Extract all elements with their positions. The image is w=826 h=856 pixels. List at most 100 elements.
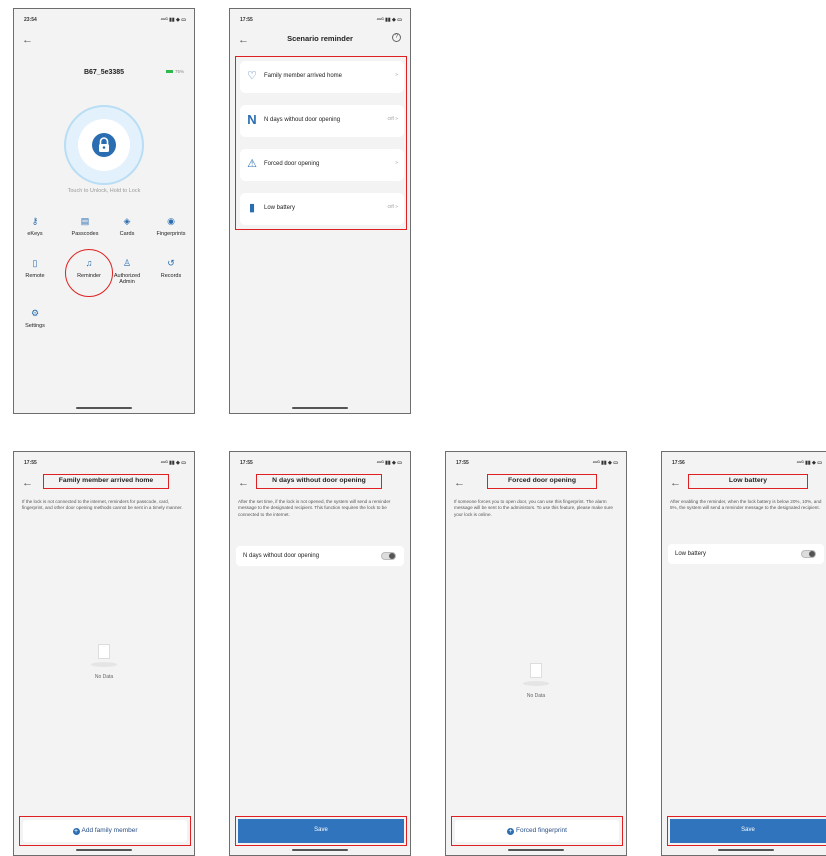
warning-icon: ⚠ — [247, 158, 257, 170]
status-time: 17:55 — [456, 460, 469, 466]
family-member-screen: 17:55 ⁴⁶ᴳ ▮▮ ◆ ▭ ← Family member arrived… — [13, 451, 195, 856]
padlock-icon — [92, 133, 116, 157]
lock-button-inner — [78, 119, 130, 171]
page-title: Low battery — [688, 474, 808, 489]
plus-icon: + — [72, 828, 80, 835]
menu-label: Cards — [119, 231, 135, 237]
page-title: Scenario reminder — [287, 34, 353, 43]
home-indicator — [508, 849, 564, 851]
fingerprint-icon: ◉ — [167, 216, 175, 226]
forced-opening-screen: 17:55 ⁴⁶ᴳ ▮▮ ◆ ▭ ← Forced door opening I… — [445, 451, 627, 856]
status-icons: ⁴⁶ᴳ ▮▮ ◆ ▭ — [376, 460, 402, 466]
status-time: 17:56 — [672, 460, 685, 466]
status-bar: 17:55 ⁴⁶ᴳ ▮▮ ◆ ▭ — [446, 452, 626, 472]
button-label: Save — [670, 819, 826, 843]
unlock-button[interactable] — [64, 105, 144, 185]
status-icons: ⁴⁶ᴳ ▮▮ ◆ ▭ — [376, 17, 402, 23]
history-icon: ↺ — [167, 258, 175, 268]
person-key-icon: ⚷ — [31, 216, 39, 226]
status-bar: 17:55 ⁴⁶ᴳ ▮▮ ◆ ▭ — [230, 452, 410, 472]
scenario-n-days[interactable]: N N days without door opening Off > — [240, 105, 404, 137]
back-arrow-icon[interactable]: ← — [238, 478, 249, 489]
page-title: Family member arrived home — [43, 474, 169, 489]
lock-home-screen: 23:54 ⁴⁶ᴳ ▮▮ ◆ ▭ ← B67_5e3385 75% Touch … — [13, 8, 195, 414]
back-arrow-icon[interactable]: ← — [454, 478, 465, 489]
back-arrow-icon[interactable]: ← — [22, 478, 33, 489]
menu-item-settings[interactable]: ⚙ Settings — [15, 308, 55, 330]
status-icons: ⁴⁶ᴳ ▮▮ ◆ ▭ — [160, 17, 186, 23]
menu-item-fingerprints[interactable]: ◉ Fingerprints — [151, 216, 191, 238]
keypad-icon: ▤ — [80, 216, 90, 226]
save-button[interactable]: Save — [667, 816, 826, 846]
chevron-right-icon: > — [395, 161, 398, 166]
highlight-box: ♡ Family member arrived home > N N days … — [235, 56, 407, 230]
menu-label: Authorized Admin — [113, 273, 141, 285]
toggle-knob — [389, 553, 395, 559]
menu-label: Passcodes — [71, 231, 99, 237]
scenario-low-battery[interactable]: ▮ Low battery Off > — [240, 193, 404, 225]
n-days-screen: 17:55 ⁴⁶ᴳ ▮▮ ◆ ▭ ← N days without door o… — [229, 451, 411, 856]
low-battery-toggle[interactable] — [801, 550, 816, 558]
add-family-member-button[interactable]: + Add family member — [19, 816, 191, 846]
status-value: Off — [387, 205, 394, 210]
button-label: Save — [238, 819, 404, 843]
low-battery-toggle-row: Low battery — [668, 544, 824, 564]
back-arrow-icon[interactable]: ← — [670, 478, 681, 489]
low-battery-screen: 17:56 ⁴⁶ᴳ ▮▮ ◆ ▭ ← Low battery After ena… — [661, 451, 826, 856]
scenario-family-member-arrived[interactable]: ♡ Family member arrived home > — [240, 61, 404, 93]
empty-text: No Data — [526, 693, 546, 699]
plus-icon: + — [507, 828, 515, 835]
help-icon[interactable]: ? — [392, 33, 401, 42]
menu-item-passcodes[interactable]: ▤ Passcodes — [65, 216, 105, 238]
back-arrow-icon[interactable]: ← — [22, 35, 33, 46]
chevron-right-icon: > — [395, 73, 398, 78]
home-indicator — [292, 407, 348, 409]
home-indicator — [76, 849, 132, 851]
scenario-label: N days without door opening — [264, 117, 341, 123]
menu-item-authorized-admin[interactable]: ♙ Authorized Admin — [107, 259, 147, 286]
home-indicator — [76, 407, 132, 409]
description: If the lock is not connected to the inte… — [22, 499, 183, 511]
n-days-toggle[interactable] — [381, 552, 396, 560]
status-time: 17:55 — [240, 460, 253, 466]
save-button[interactable]: Save — [235, 816, 407, 846]
card-icon: ◈ — [123, 216, 131, 226]
empty-text: No Data — [94, 674, 114, 680]
status-time: 17:55 — [24, 460, 37, 466]
button-label: Add family member — [81, 827, 138, 834]
menu-item-cards[interactable]: ◈ Cards — [107, 216, 147, 238]
menu-label: Remote — [25, 273, 45, 279]
status-value: Off — [387, 117, 394, 122]
status-icons: ⁴⁶ᴳ ▮▮ ◆ ▭ — [160, 460, 186, 466]
scenario-status: Off > — [387, 117, 398, 122]
battery-indicator: 75% — [165, 69, 184, 74]
menu-item-records[interactable]: ↺ Records — [151, 258, 191, 280]
scenario-label: Family member arrived home — [264, 73, 343, 79]
scenario-forced-opening[interactable]: ⚠ Forced door opening > — [240, 149, 404, 181]
status-time: 23:54 — [24, 17, 37, 23]
page-title: Forced door opening — [487, 474, 597, 489]
description: After the set time, if the lock is not o… — [238, 499, 391, 517]
menu-item-ekeys[interactable]: ⚷ eKeys — [15, 216, 55, 238]
status-bar: 17:55 ⁴⁶ᴳ ▮▮ ◆ ▭ — [14, 452, 194, 472]
status-bar: 23:54 ⁴⁶ᴳ ▮▮ ◆ ▭ — [14, 9, 194, 29]
toggle-label: Low battery — [675, 551, 707, 557]
scenario-reminder-screen: 17:55 ⁴⁶ᴳ ▮▮ ◆ ▭ ← Scenario reminder ? ♡… — [229, 8, 411, 414]
battery-percent: 75% — [174, 69, 184, 74]
forced-fingerprint-button[interactable]: + Forced fingerprint — [451, 816, 623, 846]
status-icons: ⁴⁶ᴳ ▮▮ ◆ ▭ — [796, 460, 822, 466]
home-indicator — [292, 849, 348, 851]
touch-hint: Touch to Unlock, Hold to Lock — [67, 188, 141, 194]
menu-item-remote[interactable]: ▯ Remote — [15, 258, 55, 280]
scenario-label: Low battery — [264, 205, 296, 211]
battery-icon — [165, 70, 173, 74]
status-bar: 17:55 ⁴⁶ᴳ ▮▮ ◆ ▭ — [230, 9, 410, 29]
gear-icon: ⚙ — [30, 308, 40, 318]
toggle-label: N days without door opening — [243, 553, 320, 559]
n-days-toggle-row: N days without door opening — [236, 546, 404, 566]
button-face: + Forced fingerprint — [455, 820, 619, 842]
status-bar: 17:56 ⁴⁶ᴳ ▮▮ ◆ ▭ — [662, 452, 826, 472]
menu-label: Settings — [25, 323, 45, 329]
remote-icon: ▯ — [32, 258, 38, 268]
highlight-circle — [65, 249, 113, 297]
